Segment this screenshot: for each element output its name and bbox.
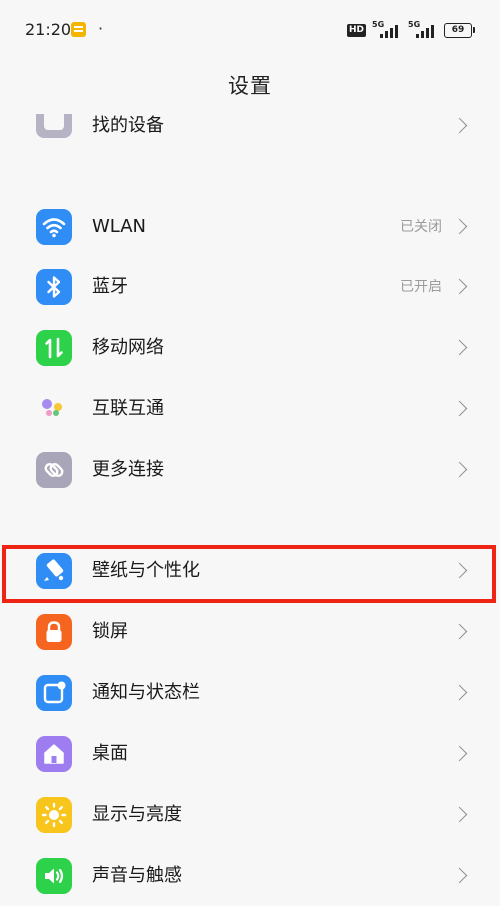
chevron-right-icon [451,461,468,478]
chevron-right-icon [451,218,468,235]
settings-item-label: 移动网络 [92,337,164,358]
lock-icon [36,614,72,650]
highlight-box [2,545,496,603]
hd-voice-icon: HD [346,23,366,37]
home-icon [36,736,72,772]
settings-item-label: 锁屏 [92,621,128,642]
settings-item-label: 蓝牙 [92,276,128,297]
chevron-right-icon [451,867,468,884]
settings-item-desktop[interactable]: 桌面 [0,724,500,784]
settings-item-label: 找的设备 [92,115,164,136]
settings-item-label: WLAN [92,216,147,237]
settings-item-lock-screen[interactable]: 锁屏 [0,602,500,662]
link-icon [36,452,72,488]
settings-item-interconnect[interactable]: 互联互通 [0,379,500,439]
chevron-right-icon [451,684,468,701]
settings-item-wlan[interactable]: WLAN 已关闭 [0,197,500,257]
chevron-right-icon [451,806,468,823]
chevron-right-icon [451,400,468,417]
wlan-status-value: 已关闭 [400,219,442,235]
settings-item-label: 互联互通 [92,398,164,419]
settings-item-find-device[interactable]: 找的设备 [0,96,500,156]
chevron-right-icon [451,278,468,295]
wifi-icon [36,209,72,245]
status-time: 21:20 [25,20,72,39]
settings-item-mobile-network[interactable]: 移动网络 [0,318,500,378]
settings-item-notifications[interactable]: 通知与状态栏 [0,663,500,723]
chevron-right-icon [451,117,468,134]
notification-icon [36,675,72,711]
chevron-right-icon [451,339,468,356]
settings-item-label: 桌面 [92,743,128,764]
signal-icon: 5G [372,20,402,38]
sun-icon [36,797,72,833]
chevron-right-icon [451,745,468,762]
notes-app-icon [71,22,86,37]
settings-item-label: 通知与状态栏 [92,682,200,703]
notification-dot: · [98,19,104,38]
settings-item-label: 更多连接 [92,459,164,480]
signal-icon: 5G [408,20,438,38]
settings-item-label: 声音与触感 [92,865,182,886]
status-bar: 21:20 · HD 5G 5G 69 [0,0,500,60]
chevron-right-icon [451,623,468,640]
battery-icon: 69 [444,22,475,38]
mobile-data-icon [36,330,72,366]
settings-item-sound[interactable]: 声音与触感 [0,846,500,906]
find-device-icon [36,114,72,138]
settings-item-more-connections[interactable]: 更多连接 [0,440,500,500]
bluetooth-icon [36,269,72,305]
interconnect-icon [36,391,72,427]
settings-item-label: 显示与亮度 [92,804,182,825]
settings-item-display[interactable]: 显示与亮度 [0,785,500,845]
settings-item-bluetooth[interactable]: 蓝牙 已开启 [0,257,500,317]
bluetooth-status-value: 已开启 [400,279,442,295]
status-indicators: HD 5G 5G 69 [346,20,475,39]
